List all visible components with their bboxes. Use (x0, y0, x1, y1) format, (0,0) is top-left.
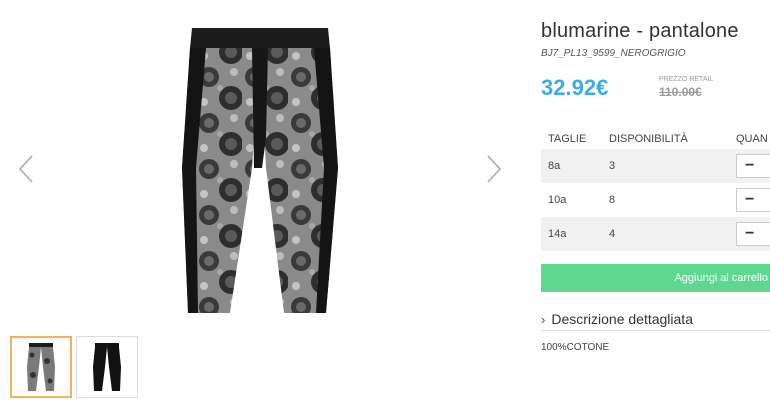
thumbnail-front[interactable] (10, 336, 72, 398)
product-price: 32.92€ (541, 75, 609, 100)
size-cell: 8a (548, 160, 561, 172)
header-disponibilita: DISPONIBILITÀ (609, 132, 688, 145)
next-image-button[interactable] (482, 152, 506, 186)
table-row: 8a 3 − (541, 149, 770, 183)
add-to-cart-button[interactable]: Aggiungi al carrello (541, 264, 770, 292)
quantity-decrement-button[interactable]: − (736, 222, 770, 246)
product-sku: BJ7_PL13_9599_NEROGRIGIO (541, 48, 686, 59)
product-gallery (0, 0, 520, 405)
quantity-cell: − (736, 154, 770, 178)
availability-cell: 4 (609, 228, 616, 240)
product-main-image (150, 18, 370, 323)
size-cell: 14a (548, 228, 567, 240)
product-composition: 100%COTONE (541, 342, 610, 353)
sizes-table: TAGLIE DISPONIBILITÀ QUAN 8a 3 − 10a 8 −… (541, 128, 770, 251)
table-row: 14a 4 − (541, 217, 770, 251)
previous-image-button[interactable] (14, 152, 38, 186)
header-taglie: TAGLIE (548, 132, 587, 145)
table-row: 10a 8 − (541, 183, 770, 217)
chevron-right-icon (487, 155, 502, 183)
chevron-left-icon (18, 155, 33, 183)
detailed-description-toggle[interactable]: › Descrizione dettagliata (541, 308, 770, 331)
availability-cell: 3 (609, 160, 616, 172)
availability-cell: 8 (609, 194, 616, 206)
sizes-table-header: TAGLIE DISPONIBILITÀ QUAN (541, 128, 770, 149)
product-info-panel: blumarine - pantalone BJ7_PL13_9599_NERO… (541, 0, 770, 405)
quantity-cell: − (736, 222, 770, 246)
product-title: blumarine - pantalone (541, 20, 739, 42)
pants-front-thumbnail-image (27, 343, 55, 391)
quantity-decrement-button[interactable]: − (736, 188, 770, 212)
header-quantita: QUAN (736, 132, 768, 145)
retail-price-label: PREZZO RETAIL (659, 76, 714, 83)
detailed-description-label: Descrizione dettagliata (551, 311, 693, 327)
size-cell: 10a (548, 194, 567, 206)
pants-back-thumbnail-image (93, 343, 121, 391)
chevron-right-icon: › (541, 311, 546, 327)
retail-price: 110.00€ (659, 85, 702, 99)
quantity-decrement-button[interactable]: − (736, 154, 770, 178)
quantity-cell: − (736, 188, 770, 212)
thumbnail-strip (10, 336, 138, 398)
thumbnail-back[interactable] (76, 336, 138, 398)
